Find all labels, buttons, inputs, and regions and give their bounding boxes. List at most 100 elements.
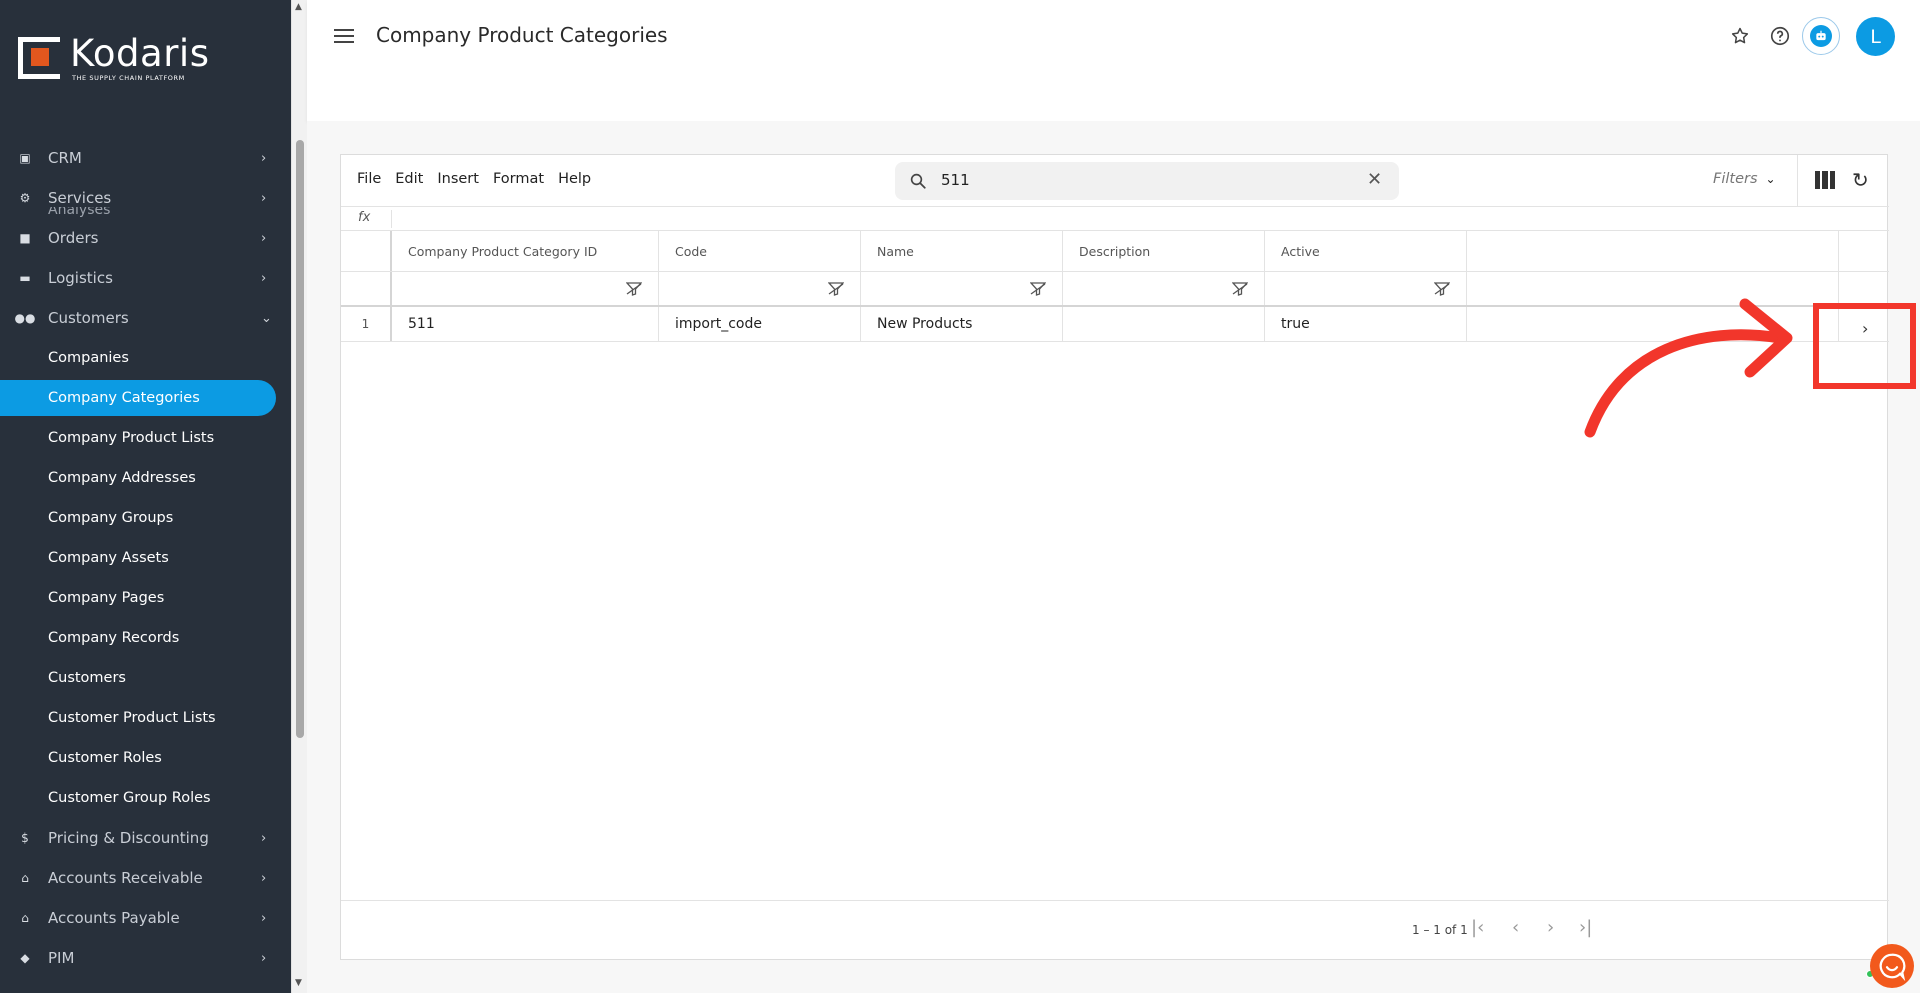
table-cell[interactable]: import_code xyxy=(659,307,861,341)
sidebar-subitem-customer-product-lists[interactable]: Customer Product Lists xyxy=(0,700,276,736)
header-row: Company Product Category ID Code Name De… xyxy=(341,231,1889,272)
last-page-icon[interactable]: ›| xyxy=(1579,917,1592,938)
table-cell[interactable]: 511 xyxy=(392,307,659,341)
filter-off-icon[interactable] xyxy=(1434,282,1450,296)
sidebar-subitem-label: Company Addresses xyxy=(48,470,196,486)
users-icon: ●● xyxy=(14,311,36,325)
sidebar-item-label: PIM xyxy=(48,949,75,967)
formula-bar[interactable]: fx xyxy=(341,207,1889,231)
sidebar-subitem-label: Customer Roles xyxy=(48,750,162,766)
sidebar-item-pricing[interactable]: $ Pricing & Discounting › xyxy=(0,820,276,856)
column-header[interactable]: Description xyxy=(1063,231,1265,271)
truck-icon: ■ xyxy=(19,231,31,245)
help-icon[interactable] xyxy=(1768,24,1792,48)
next-page-icon[interactable]: › xyxy=(1547,917,1554,938)
filter-off-icon[interactable] xyxy=(1232,282,1248,296)
sidebar-subitem-company-groups[interactable]: Company Groups xyxy=(0,500,276,536)
sidebar-subitem-label: Companies xyxy=(48,350,129,366)
search-input[interactable]: 511 xyxy=(941,171,970,189)
chat-support-icon[interactable] xyxy=(1870,944,1914,988)
sidebar-item-pim[interactable]: ◆ PIM › xyxy=(0,940,276,976)
menu-edit[interactable]: Edit xyxy=(395,171,423,187)
filter-off-icon[interactable] xyxy=(626,282,642,296)
sidebar-subitem-label: Customer Product Lists xyxy=(48,710,216,726)
grid-menu-bar: File Edit Insert Format Help xyxy=(357,171,591,187)
search-box[interactable]: 511 ✕ xyxy=(895,162,1399,200)
previous-page-icon[interactable]: ‹ xyxy=(1512,917,1519,938)
sidebar-item-accounts-payable[interactable]: ⌂ Accounts Payable › xyxy=(0,900,276,936)
sidebar-item-label: Accounts Receivable xyxy=(48,869,203,887)
column-header[interactable]: Code xyxy=(659,231,861,271)
sidebar-item-customers[interactable]: ●● Customers ⌄ xyxy=(0,300,276,336)
sidebar-subitem-customer-group-roles[interactable]: Customer Group Roles xyxy=(0,780,276,816)
sidebar-subitem-company-pages[interactable]: Company Pages xyxy=(0,580,276,616)
column-filter-cell[interactable] xyxy=(392,272,659,305)
hamburger-menu-icon[interactable] xyxy=(334,26,354,46)
sidebar-subitem-customers[interactable]: Customers xyxy=(0,660,276,696)
column-header[interactable]: Active xyxy=(1265,231,1467,271)
search-icon xyxy=(910,173,926,189)
sidebar-item-label: CRM xyxy=(48,149,82,167)
column-filter-cell[interactable] xyxy=(861,272,1063,305)
sidebar-subitem-company-categories[interactable]: Company Categories xyxy=(0,380,276,416)
table-cell[interactable]: New Products xyxy=(861,307,1063,341)
sidebar-subitem-company-records[interactable]: Company Records xyxy=(0,620,276,656)
sidebar-item-accounts-receivable[interactable]: ⌂ Accounts Receivable › xyxy=(0,860,276,896)
column-filter-cell[interactable] xyxy=(1063,272,1265,305)
bank-icon: ⌂ xyxy=(21,911,29,925)
kodaris-logo[interactable]: Kodaris THE SUPPLY CHAIN PLATFORM xyxy=(18,34,210,82)
table-cell[interactable]: true xyxy=(1265,307,1467,341)
sidebar-item-orders[interactable]: ■ Orders › xyxy=(0,220,276,256)
column-header[interactable]: Company Product Category ID xyxy=(392,231,659,271)
sidebar-subitem-company-assets[interactable]: Company Assets xyxy=(0,540,276,576)
table-cell[interactable] xyxy=(1063,307,1265,341)
scroll-down-arrow-icon[interactable]: ▼ xyxy=(295,978,302,988)
row-number: 1 xyxy=(341,307,392,341)
formula-label: fx xyxy=(358,210,371,225)
filter-off-icon[interactable] xyxy=(1030,282,1046,296)
scrollbar-thumb[interactable] xyxy=(296,140,304,738)
refresh-icon[interactable]: ↻ xyxy=(1852,168,1869,192)
filters-dropdown[interactable]: Filters ⌄ xyxy=(1713,171,1776,187)
chevron-right-icon: › xyxy=(261,870,267,886)
assistant-bot-button[interactable] xyxy=(1802,17,1840,55)
page-title: Company Product Categories xyxy=(376,23,668,47)
sidebar-subitem-companies[interactable]: Companies xyxy=(0,340,276,376)
sidebar-scrollbar[interactable]: ▲ ▼ xyxy=(291,0,307,993)
sidebar-item-crm[interactable]: ▣ CRM › xyxy=(0,140,276,176)
sidebar-item-label: Orders xyxy=(48,229,99,247)
grid-footer: 1 – 1 of 1 |‹ ‹ › ›| xyxy=(341,900,1889,960)
sidebar-item-label: Services xyxy=(48,189,112,207)
sidebar-subitem-label: Company Groups xyxy=(48,510,174,526)
scroll-up-arrow-icon[interactable]: ▲ xyxy=(295,2,302,12)
sidebar-subitem-customer-roles[interactable]: Customer Roles xyxy=(0,740,276,776)
menu-file[interactable]: File xyxy=(357,171,381,187)
column-filter-cell[interactable] xyxy=(659,272,861,305)
user-avatar[interactable]: L xyxy=(1856,17,1895,56)
dollar-icon: $ xyxy=(21,831,29,845)
menu-insert[interactable]: Insert xyxy=(437,171,479,187)
gears-icon: ⚙ xyxy=(19,191,31,205)
clear-search-icon[interactable]: ✕ xyxy=(1367,171,1382,189)
menu-help[interactable]: Help xyxy=(558,171,591,187)
sidebar-subitem-label: Customer Group Roles xyxy=(48,790,211,806)
first-page-icon[interactable]: |‹ xyxy=(1471,917,1484,938)
main-content: File Edit Insert Format Help 511 ✕ Filte… xyxy=(307,121,1920,993)
sidebar-subitem-label: Company Categories xyxy=(48,390,200,406)
sidebar: Kodaris THE SUPPLY CHAIN PLATFORM Analys… xyxy=(0,0,291,993)
kodaris-logo-mark xyxy=(18,37,60,79)
filter-off-icon[interactable] xyxy=(828,282,844,296)
sidebar-item-label: Logistics xyxy=(48,269,113,287)
sidebar-item-logistics[interactable]: ▬ Logistics › xyxy=(0,260,276,296)
sidebar-item-services[interactable]: ⚙ Services › xyxy=(0,180,276,216)
sidebar-subitem-company-product-lists[interactable]: Company Product Lists xyxy=(0,420,276,456)
column-header[interactable]: Name xyxy=(861,231,1063,271)
sidebar-subitem-company-addresses[interactable]: Company Addresses xyxy=(0,460,276,496)
menu-format[interactable]: Format xyxy=(493,171,544,187)
columns-icon[interactable] xyxy=(1815,171,1835,189)
star-icon[interactable] xyxy=(1728,24,1752,48)
id-card-icon: ▣ xyxy=(19,151,31,165)
chevron-down-icon: ⌄ xyxy=(261,310,272,326)
sidebar-item-label: Accounts Payable xyxy=(48,909,180,927)
column-filter-cell[interactable] xyxy=(1265,272,1467,305)
